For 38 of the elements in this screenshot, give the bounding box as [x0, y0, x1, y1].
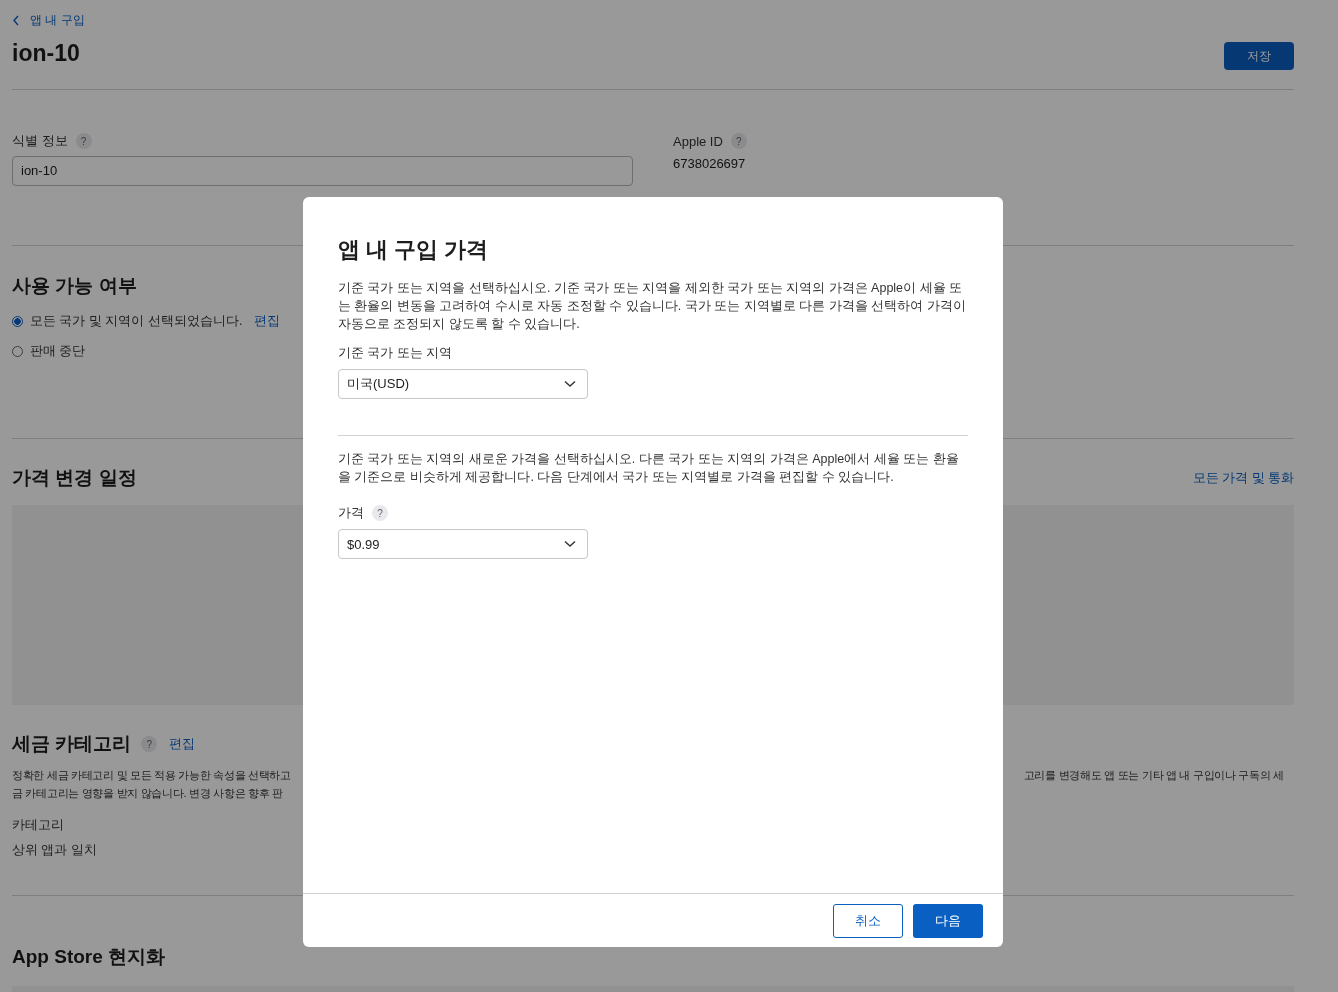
price-select[interactable]: $0.99 — [338, 529, 588, 559]
edit-link[interactable]: 편집 — [254, 312, 281, 330]
identity-field[interactable]: ion-10 — [12, 156, 633, 186]
description-text: 정확한 세금 카테고리 및 모든 적용 가능한 속성을 선택하고 — [12, 768, 292, 783]
help-icon[interactable]: ? — [141, 736, 158, 752]
chevron-down-icon — [564, 380, 576, 388]
chevron-left-icon — [12, 15, 20, 26]
edit-link[interactable]: 편집 — [169, 735, 196, 753]
section-title: 가격 변경 일정 — [12, 466, 137, 490]
field-label: 기준 국가 또는 지역 — [338, 345, 454, 362]
category-value: 상위 앱과 일치 — [12, 842, 98, 859]
description-text: 금 카테고리는 영향을 받지 않습니다. 변경 사항은 향후 판 — [12, 786, 284, 801]
description-text: 기준 국가 또는 지역의 새로운 가격을 선택하십시오. 다른 국가 또는 지역의 가격은 Apple에서 세율 또는 환율을 기준으로 비슷하게 제공합니다. 다음 단계에서 국가 또는 지역별로 가격을 편집할 수 있습니다. — [338, 451, 960, 486]
page-title: ion-10 — [12, 39, 80, 67]
help-icon[interactable]: ? — [75, 133, 92, 149]
save-button[interactable]: 저장 — [1224, 42, 1294, 70]
category-label: 카테고리 — [12, 816, 65, 834]
field-label: Apple ID — [673, 133, 723, 149]
radio-button[interactable] — [12, 315, 23, 327]
cancel-button[interactable]: 취소 — [833, 903, 903, 938]
description-text: 고리를 변경해도 앱 또는 기타 앱 내 구입이나 구독의 세 — [1023, 768, 1284, 783]
region-select[interactable]: 미국(USD) — [338, 369, 588, 399]
description-text: 기준 국가 또는 지역을 선택하십시오. 기준 국가 또는 지역을 제외한 국가 또는 지역의 가격은 Apple이 세율 또는 환율의 변동을 고려하여 수시로 자동 조정할 수 있습니다. 국가 또는 지역별로 다른 가격을 선택하여 가격이 자동으로 조정되지 않도록 할 수 있습니다. — [338, 280, 967, 333]
field-label: 식별 정보 — [12, 132, 68, 150]
next-button[interactable]: 다음 — [913, 903, 983, 938]
apple-id-value: 6738026697 — [673, 156, 747, 171]
chevron-down-icon — [564, 540, 576, 548]
section-title: App Store 현지화 — [12, 945, 166, 969]
section-title: 세금 카테고리 — [12, 732, 132, 756]
all-prices-link[interactable]: 모든 가격 및 통화 — [1192, 469, 1294, 487]
section-title: 사용 가능 여부 — [12, 274, 137, 298]
option-label: 모든 국가 및 지역이 선택되었습니다. — [30, 312, 243, 330]
help-icon[interactable]: ? — [372, 505, 388, 521]
option-label: 판매 중단 — [30, 342, 86, 360]
field-label: 가격 — [338, 504, 364, 522]
help-icon[interactable]: ? — [730, 133, 747, 149]
back-link[interactable]: 앱 내 구입 — [12, 12, 85, 29]
dialog-title: 앱 내 구입 가격 — [338, 236, 490, 264]
